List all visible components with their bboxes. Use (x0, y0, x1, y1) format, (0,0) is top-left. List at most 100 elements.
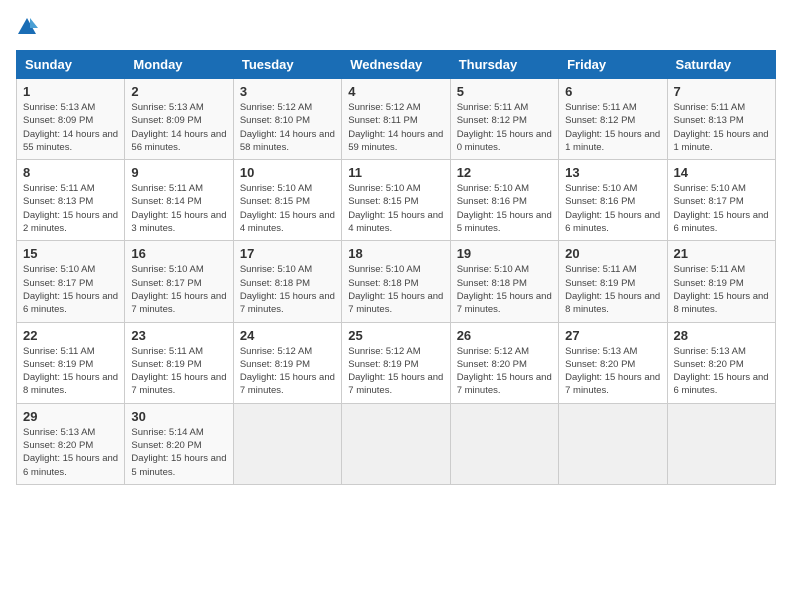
day-number: 14 (674, 165, 769, 180)
day-number: 26 (457, 328, 552, 343)
day-info: Sunrise: 5:13 AM Sunset: 8:20 PM Dayligh… (23, 426, 118, 479)
calendar-week-row: 15 Sunrise: 5:10 AM Sunset: 8:17 PM Dayl… (17, 241, 776, 322)
calendar-header-sunday: Sunday (17, 51, 125, 79)
day-info: Sunrise: 5:12 AM Sunset: 8:11 PM Dayligh… (348, 101, 443, 154)
day-info: Sunrise: 5:13 AM Sunset: 8:09 PM Dayligh… (131, 101, 226, 154)
calendar-cell: 3 Sunrise: 5:12 AM Sunset: 8:10 PM Dayli… (233, 79, 341, 160)
day-number: 21 (674, 246, 769, 261)
day-info: Sunrise: 5:10 AM Sunset: 8:17 PM Dayligh… (674, 182, 769, 235)
calendar-cell: 27 Sunrise: 5:13 AM Sunset: 8:20 PM Dayl… (559, 322, 667, 403)
calendar-cell: 30 Sunrise: 5:14 AM Sunset: 8:20 PM Dayl… (125, 403, 233, 484)
calendar-cell: 7 Sunrise: 5:11 AM Sunset: 8:13 PM Dayli… (667, 79, 775, 160)
day-number: 24 (240, 328, 335, 343)
day-info: Sunrise: 5:10 AM Sunset: 8:18 PM Dayligh… (457, 263, 552, 316)
day-number: 2 (131, 84, 226, 99)
calendar-week-row: 29 Sunrise: 5:13 AM Sunset: 8:20 PM Dayl… (17, 403, 776, 484)
day-number: 29 (23, 409, 118, 424)
calendar-week-row: 1 Sunrise: 5:13 AM Sunset: 8:09 PM Dayli… (17, 79, 776, 160)
day-info: Sunrise: 5:13 AM Sunset: 8:09 PM Dayligh… (23, 101, 118, 154)
calendar-header-monday: Monday (125, 51, 233, 79)
page-header (16, 16, 776, 38)
calendar-cell: 5 Sunrise: 5:11 AM Sunset: 8:12 PM Dayli… (450, 79, 558, 160)
calendar-cell: 18 Sunrise: 5:10 AM Sunset: 8:18 PM Dayl… (342, 241, 450, 322)
day-number: 18 (348, 246, 443, 261)
calendar-cell: 15 Sunrise: 5:10 AM Sunset: 8:17 PM Dayl… (17, 241, 125, 322)
calendar-cell: 1 Sunrise: 5:13 AM Sunset: 8:09 PM Dayli… (17, 79, 125, 160)
calendar-cell: 12 Sunrise: 5:10 AM Sunset: 8:16 PM Dayl… (450, 160, 558, 241)
day-number: 27 (565, 328, 660, 343)
calendar-cell: 11 Sunrise: 5:10 AM Sunset: 8:15 PM Dayl… (342, 160, 450, 241)
calendar-cell: 4 Sunrise: 5:12 AM Sunset: 8:11 PM Dayli… (342, 79, 450, 160)
calendar-header-friday: Friday (559, 51, 667, 79)
calendar-cell (559, 403, 667, 484)
calendar-cell: 17 Sunrise: 5:10 AM Sunset: 8:18 PM Dayl… (233, 241, 341, 322)
calendar-cell: 20 Sunrise: 5:11 AM Sunset: 8:19 PM Dayl… (559, 241, 667, 322)
calendar-cell: 26 Sunrise: 5:12 AM Sunset: 8:20 PM Dayl… (450, 322, 558, 403)
day-number: 13 (565, 165, 660, 180)
day-number: 23 (131, 328, 226, 343)
day-info: Sunrise: 5:10 AM Sunset: 8:18 PM Dayligh… (240, 263, 335, 316)
calendar-cell: 23 Sunrise: 5:11 AM Sunset: 8:19 PM Dayl… (125, 322, 233, 403)
calendar-header-thursday: Thursday (450, 51, 558, 79)
day-number: 10 (240, 165, 335, 180)
day-number: 28 (674, 328, 769, 343)
day-number: 20 (565, 246, 660, 261)
calendar-cell: 21 Sunrise: 5:11 AM Sunset: 8:19 PM Dayl… (667, 241, 775, 322)
day-number: 19 (457, 246, 552, 261)
calendar-cell: 28 Sunrise: 5:13 AM Sunset: 8:20 PM Dayl… (667, 322, 775, 403)
calendar-week-row: 22 Sunrise: 5:11 AM Sunset: 8:19 PM Dayl… (17, 322, 776, 403)
day-info: Sunrise: 5:11 AM Sunset: 8:14 PM Dayligh… (131, 182, 226, 235)
calendar-cell: 16 Sunrise: 5:10 AM Sunset: 8:17 PM Dayl… (125, 241, 233, 322)
calendar-week-row: 8 Sunrise: 5:11 AM Sunset: 8:13 PM Dayli… (17, 160, 776, 241)
day-info: Sunrise: 5:10 AM Sunset: 8:15 PM Dayligh… (348, 182, 443, 235)
day-info: Sunrise: 5:11 AM Sunset: 8:13 PM Dayligh… (674, 101, 769, 154)
calendar-cell: 22 Sunrise: 5:11 AM Sunset: 8:19 PM Dayl… (17, 322, 125, 403)
calendar-cell: 13 Sunrise: 5:10 AM Sunset: 8:16 PM Dayl… (559, 160, 667, 241)
day-number: 12 (457, 165, 552, 180)
calendar-cell: 8 Sunrise: 5:11 AM Sunset: 8:13 PM Dayli… (17, 160, 125, 241)
day-info: Sunrise: 5:10 AM Sunset: 8:17 PM Dayligh… (23, 263, 118, 316)
calendar-table: SundayMondayTuesdayWednesdayThursdayFrid… (16, 50, 776, 485)
calendar-cell: 10 Sunrise: 5:10 AM Sunset: 8:15 PM Dayl… (233, 160, 341, 241)
day-info: Sunrise: 5:11 AM Sunset: 8:19 PM Dayligh… (674, 263, 769, 316)
logo-icon (16, 16, 38, 38)
day-number: 16 (131, 246, 226, 261)
logo (16, 16, 38, 38)
calendar-header-wednesday: Wednesday (342, 51, 450, 79)
day-info: Sunrise: 5:10 AM Sunset: 8:17 PM Dayligh… (131, 263, 226, 316)
day-info: Sunrise: 5:13 AM Sunset: 8:20 PM Dayligh… (565, 345, 660, 398)
calendar-cell: 6 Sunrise: 5:11 AM Sunset: 8:12 PM Dayli… (559, 79, 667, 160)
day-number: 30 (131, 409, 226, 424)
day-info: Sunrise: 5:14 AM Sunset: 8:20 PM Dayligh… (131, 426, 226, 479)
calendar-cell: 2 Sunrise: 5:13 AM Sunset: 8:09 PM Dayli… (125, 79, 233, 160)
day-info: Sunrise: 5:13 AM Sunset: 8:20 PM Dayligh… (674, 345, 769, 398)
day-info: Sunrise: 5:12 AM Sunset: 8:19 PM Dayligh… (348, 345, 443, 398)
day-info: Sunrise: 5:10 AM Sunset: 8:16 PM Dayligh… (457, 182, 552, 235)
day-number: 15 (23, 246, 118, 261)
day-info: Sunrise: 5:10 AM Sunset: 8:18 PM Dayligh… (348, 263, 443, 316)
day-number: 1 (23, 84, 118, 99)
day-info: Sunrise: 5:12 AM Sunset: 8:19 PM Dayligh… (240, 345, 335, 398)
day-number: 8 (23, 165, 118, 180)
day-info: Sunrise: 5:11 AM Sunset: 8:12 PM Dayligh… (565, 101, 660, 154)
day-info: Sunrise: 5:10 AM Sunset: 8:15 PM Dayligh… (240, 182, 335, 235)
day-info: Sunrise: 5:12 AM Sunset: 8:20 PM Dayligh… (457, 345, 552, 398)
day-number: 7 (674, 84, 769, 99)
calendar-cell: 29 Sunrise: 5:13 AM Sunset: 8:20 PM Dayl… (17, 403, 125, 484)
calendar-header-tuesday: Tuesday (233, 51, 341, 79)
day-number: 22 (23, 328, 118, 343)
day-number: 4 (348, 84, 443, 99)
calendar-cell (667, 403, 775, 484)
calendar-cell: 24 Sunrise: 5:12 AM Sunset: 8:19 PM Dayl… (233, 322, 341, 403)
day-info: Sunrise: 5:12 AM Sunset: 8:10 PM Dayligh… (240, 101, 335, 154)
calendar-cell: 25 Sunrise: 5:12 AM Sunset: 8:19 PM Dayl… (342, 322, 450, 403)
day-info: Sunrise: 5:11 AM Sunset: 8:19 PM Dayligh… (565, 263, 660, 316)
day-info: Sunrise: 5:11 AM Sunset: 8:19 PM Dayligh… (131, 345, 226, 398)
day-info: Sunrise: 5:11 AM Sunset: 8:19 PM Dayligh… (23, 345, 118, 398)
calendar-cell: 19 Sunrise: 5:10 AM Sunset: 8:18 PM Dayl… (450, 241, 558, 322)
calendar-header-row: SundayMondayTuesdayWednesdayThursdayFrid… (17, 51, 776, 79)
day-info: Sunrise: 5:11 AM Sunset: 8:12 PM Dayligh… (457, 101, 552, 154)
calendar-cell: 14 Sunrise: 5:10 AM Sunset: 8:17 PM Dayl… (667, 160, 775, 241)
day-info: Sunrise: 5:10 AM Sunset: 8:16 PM Dayligh… (565, 182, 660, 235)
calendar-cell (233, 403, 341, 484)
